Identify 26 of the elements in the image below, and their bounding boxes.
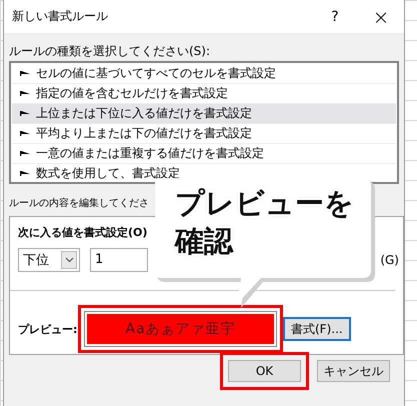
help-button[interactable]: ? <box>312 0 358 33</box>
arrow-icon <box>20 90 30 97</box>
caret-icon <box>64 257 74 263</box>
window-title: 新しい書式ルール <box>12 8 109 25</box>
close-button[interactable]: × <box>358 0 404 33</box>
count-input-field[interactable]: 1 <box>90 248 148 272</box>
arrow-icon <box>20 150 30 157</box>
direction-dropdown[interactable]: 下位 <box>18 248 80 272</box>
preview-sample: Aaあぁアァ亜宇 <box>87 314 274 344</box>
arrow-icon <box>20 130 30 137</box>
arrow-icon <box>20 110 30 117</box>
rule-type-label: ルールの種類を選択してください(S): <box>9 43 212 60</box>
arrow-icon <box>20 170 30 177</box>
cancel-button[interactable]: キャンセル <box>317 360 390 382</box>
rule-edit-label: ルールの内容を編集してくださ <box>9 196 149 211</box>
rule-type-item[interactable]: 平均より上または下の値だけを書式設定 <box>12 124 396 144</box>
preview-label: プレビュー: <box>18 322 78 336</box>
ok-button[interactable]: OK <box>228 360 301 382</box>
rule-type-item[interactable]: 一意の値または重複する値だけを書式設定 <box>12 144 396 164</box>
format-button[interactable]: 書式(F)... <box>283 317 351 341</box>
arrow-icon <box>20 70 30 77</box>
percent-checkbox-label: (G) <box>380 253 399 267</box>
rule-heading: 次に入る値を書式設定(O) <box>18 225 148 241</box>
callout-text: プレビューを確認 <box>175 185 355 260</box>
rule-type-item[interactable]: 上位または下位に入る値だけを書式設定 <box>12 104 396 124</box>
rule-type-item[interactable]: セルの値に基づいてすべてのセルを書式設定 <box>12 64 396 84</box>
